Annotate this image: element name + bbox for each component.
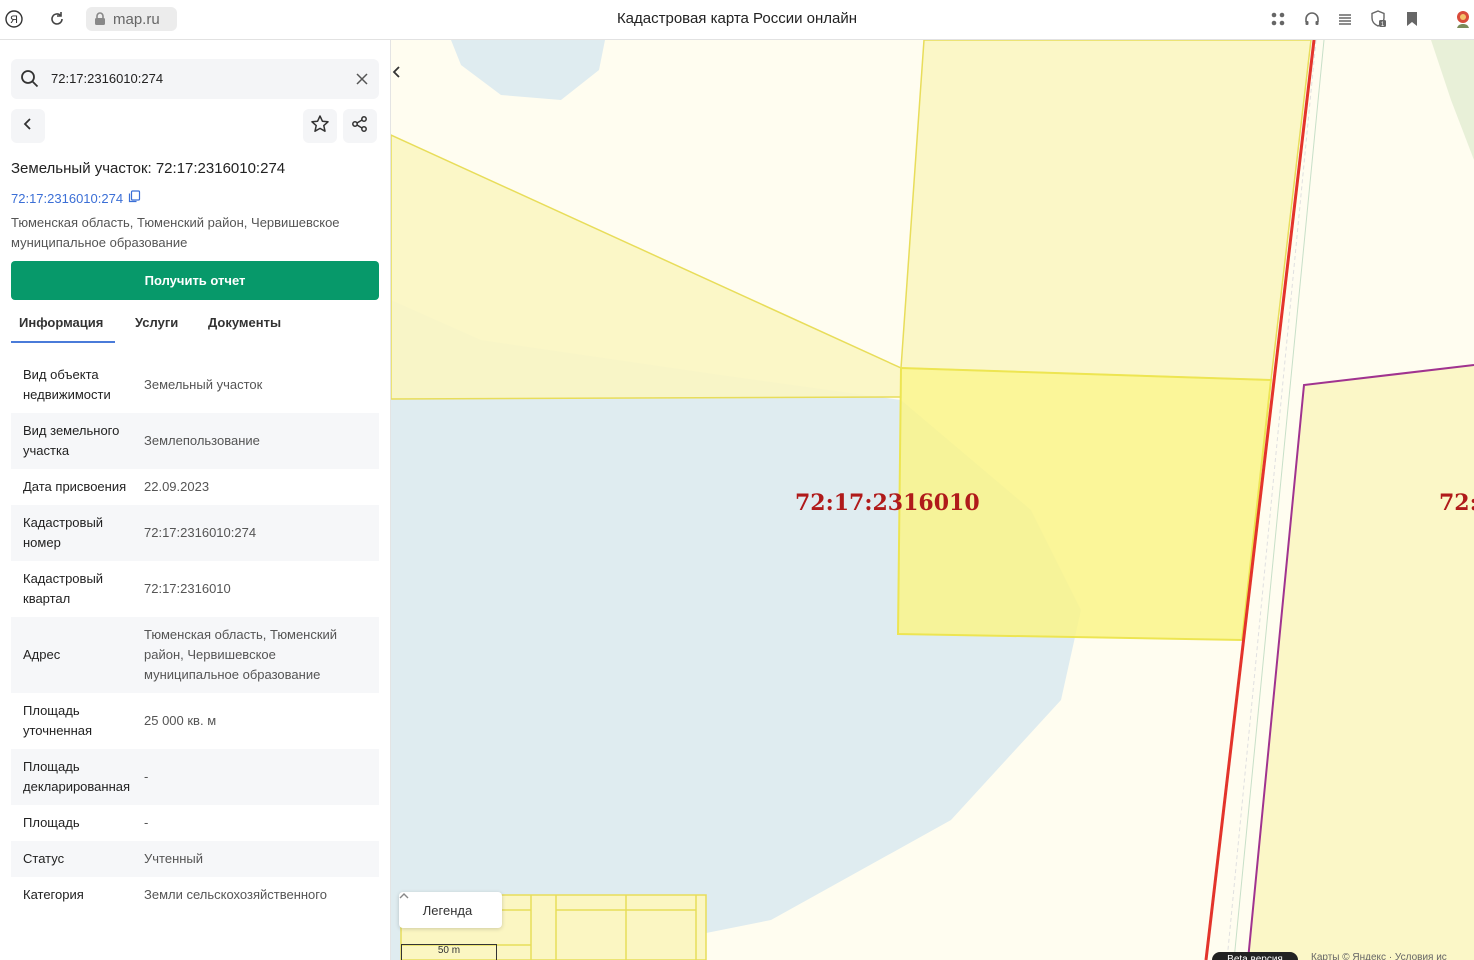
- legend-label: Легенда: [422, 902, 473, 918]
- table-row: Вид объекта недвижимости Земельный участ…: [11, 357, 379, 413]
- row-value: Тюменская область, Тюменский район, Черв…: [144, 627, 338, 682]
- table-row: Дата присвоения 22.09.2023: [11, 469, 379, 505]
- tab-documents[interactable]: Документы: [208, 315, 281, 330]
- object-title: Земельный участок: 72:17:2316010:274: [11, 160, 286, 177]
- favorite-button[interactable]: [303, 109, 337, 143]
- row-key: Кадастровый номер: [23, 515, 104, 550]
- table-row: Категория Земли сельскохозяйственного: [11, 877, 379, 913]
- active-tab-indicator: [11, 341, 115, 343]
- apps-icon[interactable]: [1268, 9, 1288, 29]
- beta-badge[interactable]: Beta версия: [1212, 952, 1298, 960]
- row-key: Площадь декларированная: [23, 759, 131, 794]
- reader-icon[interactable]: [1335, 9, 1355, 29]
- browser-toolbar: Я map.ru Кадастровая карта России онлайн…: [0, 0, 1474, 40]
- map-canvas[interactable]: 72:17:2316010 72:: [391, 40, 1474, 960]
- object-address: Тюменская область, Тюменский район, Черв…: [11, 215, 340, 250]
- row-key: Вид объекта недвижимости: [23, 367, 111, 402]
- collapse-panel-button[interactable]: [391, 65, 413, 87]
- lock-icon: [93, 12, 107, 26]
- shield-icon[interactable]: 1: [1368, 9, 1388, 29]
- info-table: Вид объекта недвижимости Земельный участ…: [11, 357, 379, 913]
- row-value: -: [144, 815, 149, 830]
- clear-search-icon[interactable]: [353, 70, 371, 88]
- meadow-area: [1431, 40, 1474, 160]
- row-value: Землепользование: [144, 433, 260, 448]
- url-text: map.ru: [113, 10, 160, 28]
- table-row: Вид земельного участка Землепользование: [11, 413, 379, 469]
- tab-info[interactable]: Информация: [19, 315, 103, 330]
- row-key: Категория: [23, 887, 84, 902]
- table-row: Статус Учтенный: [11, 841, 379, 877]
- parcel-east: [1248, 365, 1474, 960]
- share-icon: [351, 115, 369, 138]
- object-sidebar: 72:17:2316010:274 Земельный участок: 72:…: [0, 40, 391, 960]
- cadastral-map[interactable]: 72:17:2316010 72: Легенда 50 m Beta верс…: [391, 40, 1474, 960]
- chevron-left-icon: [21, 117, 35, 136]
- row-key: Дата присвоения: [23, 479, 127, 494]
- map-scale: 50 m: [401, 944, 497, 960]
- row-value: 72:17:2316010:274: [144, 525, 257, 540]
- row-value: -: [144, 769, 149, 784]
- quarter-label: 72:17:2316010: [795, 490, 980, 516]
- tab-services[interactable]: Услуги: [135, 315, 178, 330]
- star-icon: [310, 114, 330, 139]
- address-bar[interactable]: map.ru: [86, 7, 177, 31]
- quarter-label-right: 72:: [1439, 490, 1474, 516]
- copy-icon[interactable]: [128, 190, 141, 206]
- parcel-north: [900, 40, 1312, 381]
- table-row: Кадастровый номер 72:17:2316010:274: [11, 505, 379, 561]
- page-title: Кадастровая карта России онлайн: [616, 10, 858, 27]
- svg-text:Я: Я: [10, 14, 18, 26]
- legend-button[interactable]: Легенда: [399, 892, 502, 928]
- parcel-west: [391, 134, 902, 400]
- row-value: Земли сельскохозяйственного: [144, 887, 327, 902]
- bookmark-icon[interactable]: [1402, 9, 1422, 29]
- profile-icon[interactable]: [1453, 9, 1473, 29]
- row-key: Статус: [23, 851, 65, 866]
- table-row: Адрес Тюменская область, Тюменский район…: [11, 617, 379, 693]
- share-button[interactable]: [343, 109, 377, 143]
- yandex-logo-icon[interactable]: Я: [3, 8, 25, 30]
- search-input[interactable]: 72:17:2316010:274: [51, 71, 163, 86]
- search-field[interactable]: 72:17:2316010:274: [11, 59, 379, 99]
- cadastral-number-text[interactable]: 72:17:2316010:274: [11, 191, 123, 206]
- search-icon: [19, 68, 41, 90]
- row-value: Земельный участок: [144, 377, 263, 392]
- back-button[interactable]: [11, 109, 45, 143]
- map-copyright[interactable]: Карты © Яндекс · Условия ис: [1311, 952, 1447, 960]
- row-value: 22.09.2023: [144, 479, 210, 494]
- table-row: Площадь уточненная 25 000 кв. м: [11, 693, 379, 749]
- row-value: Учтенный: [144, 851, 204, 866]
- row-value: 72:17:2316010: [144, 581, 231, 596]
- row-key: Адрес: [23, 647, 61, 662]
- get-report-button[interactable]: Получить отчет: [11, 261, 379, 300]
- water-area-top: [451, 40, 605, 100]
- cadastral-number-link[interactable]: 72:17:2316010:274: [11, 190, 141, 206]
- table-row: Площадь декларированная -: [11, 749, 379, 805]
- table-row: Площадь -: [11, 805, 379, 841]
- row-key: Площадь уточненная: [23, 703, 93, 738]
- table-row: Кадастровый квартал 72:17:2316010: [11, 561, 379, 617]
- headphones-icon[interactable]: [1302, 9, 1322, 29]
- row-key: Площадь: [23, 815, 80, 830]
- row-key: Вид земельного участка: [23, 423, 120, 458]
- reload-icon[interactable]: [46, 8, 68, 30]
- tab-bar: Информация Услуги Документы: [11, 308, 379, 343]
- row-key: Кадастровый квартал: [23, 571, 104, 606]
- row-value: 25 000 кв. м: [144, 713, 217, 728]
